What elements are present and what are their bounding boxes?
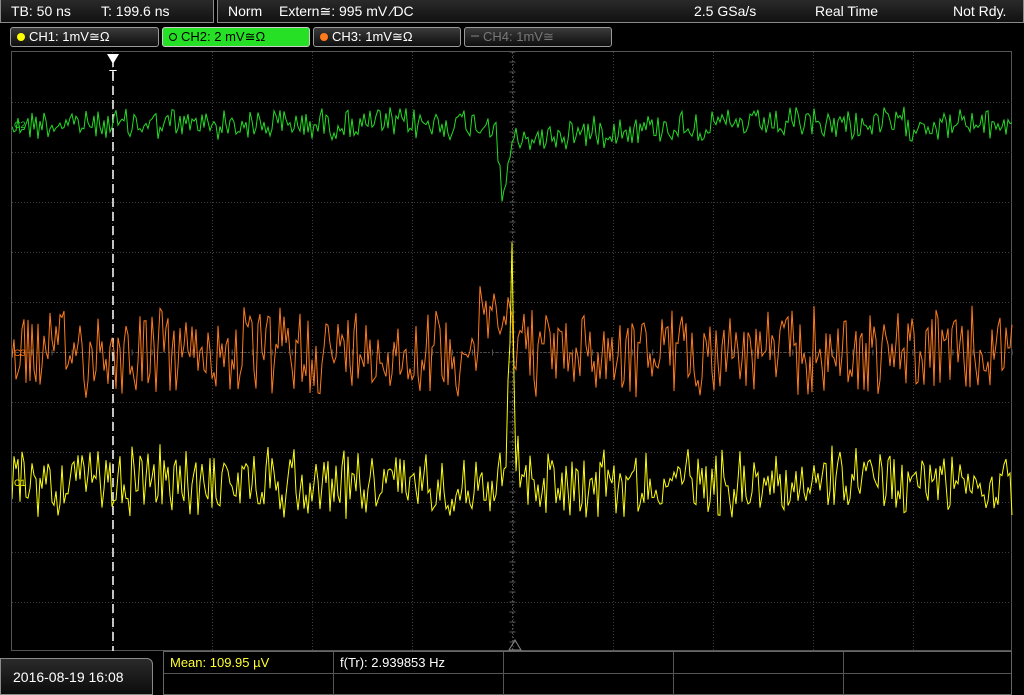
acquisition-box[interactable]: Norm Extern≅: 995 mV ⁄DC 2.5 GSa/s Real … xyxy=(217,0,1024,23)
channel-1-dot-icon xyxy=(17,33,25,41)
waveform-display[interactable]: T C2 C3 C1 xyxy=(11,51,1013,652)
frequency-measurement: f(Tr): 2.939853 Hz xyxy=(334,652,504,674)
measurement-slot-6 xyxy=(164,674,334,695)
mean-measurement: Mean: 109.95 µV xyxy=(164,652,334,674)
channel-bar: CH1: 1mV≅Ω CH2: 2 mV≅Ω CH3: 1mV≅Ω CH4: 1… xyxy=(0,24,1024,50)
channel-4-label: CH4: 1mV≅ xyxy=(483,29,554,44)
channel-4-tab[interactable]: CH4: 1mV≅ xyxy=(464,27,612,47)
channel-2-dot-icon xyxy=(169,33,177,41)
trigger-source-label: Extern≅: 995 mV ⁄DC xyxy=(279,3,414,19)
channel-2-ground-marker[interactable]: C2 xyxy=(14,120,26,130)
channel-4-off-icon xyxy=(471,35,479,37)
channel-3-ground-marker[interactable]: C3 xyxy=(14,348,26,358)
trigger-t-icon: T xyxy=(109,67,117,82)
graticule-svg: T C2 C3 C1 xyxy=(12,52,1013,652)
measurement-slot-9 xyxy=(674,674,844,695)
bottom-bar: 2016-08-19 16:08 Mean: 109.95 µV f(Tr): … xyxy=(0,651,1024,695)
status-label: Not Rdy. xyxy=(953,3,1007,19)
channel-3-tab[interactable]: CH3: 1mV≅Ω xyxy=(313,27,461,47)
measurement-slot-10 xyxy=(844,674,1011,695)
channel-2-label: CH2: 2 mV≅Ω xyxy=(181,29,266,44)
measurement-panel[interactable]: Mean: 109.95 µV f(Tr): 2.939853 Hz xyxy=(163,651,1012,695)
sample-rate-label: 2.5 GSa/s xyxy=(694,3,757,19)
channel-1-label: CH1: 1mV≅Ω xyxy=(29,29,110,44)
measurement-slot-3 xyxy=(504,652,674,674)
measurement-slot-5 xyxy=(844,652,1011,674)
top-status-bar: TB: 50 ns T: 199.6 ns Norm Extern≅: 995 … xyxy=(0,0,1024,24)
trigger-position-marker-icon[interactable] xyxy=(107,54,119,64)
measurement-slot-8 xyxy=(504,674,674,695)
measurement-slot-4 xyxy=(674,652,844,674)
trigger-mode-label: Norm xyxy=(228,3,263,19)
timebase-label: TB: 50 ns xyxy=(11,3,71,19)
channel-3-dot-icon xyxy=(320,33,328,41)
channel-2-tab[interactable]: CH2: 2 mV≅Ω xyxy=(162,27,310,47)
date-time-box: 2016-08-19 16:08 xyxy=(0,658,153,695)
channel-1-tab[interactable]: CH1: 1mV≅Ω xyxy=(10,27,159,47)
acquisition-mode-label: Real Time xyxy=(815,3,879,19)
channel-3-label: CH3: 1mV≅Ω xyxy=(332,29,413,44)
channel-1-ground-marker[interactable]: C1 xyxy=(14,478,26,488)
measurement-slot-7 xyxy=(334,674,504,695)
trigger-time-label: T: 199.6 ns xyxy=(101,3,170,19)
timebase-box[interactable]: TB: 50 ns T: 199.6 ns xyxy=(0,0,214,23)
